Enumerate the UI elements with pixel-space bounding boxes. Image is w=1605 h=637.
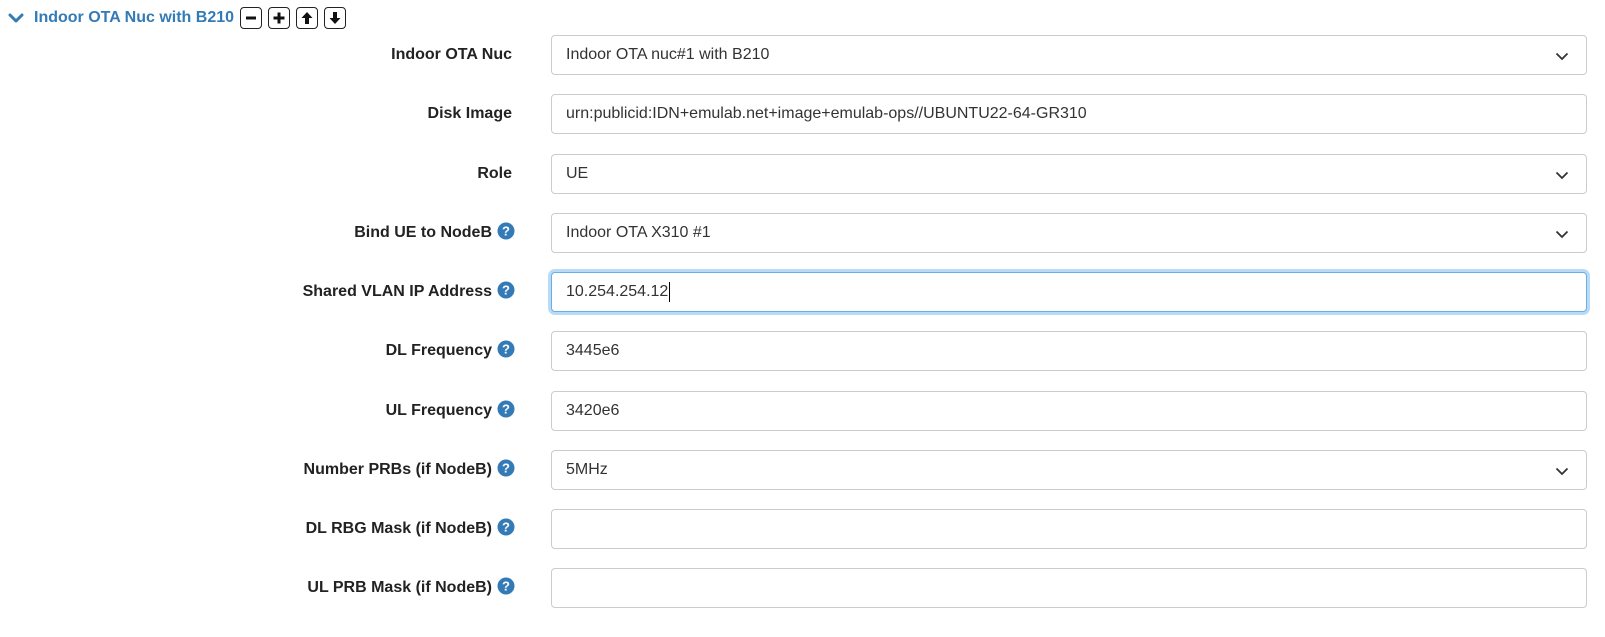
input-value: urn:publicid:IDN+emulab.net+image+emulab… bbox=[566, 105, 1087, 122]
move-up-icon[interactable] bbox=[296, 7, 319, 29]
ul-frequency-input[interactable]: 3420e6 bbox=[551, 391, 1587, 431]
disk-image-input[interactable]: urn:publicid:IDN+emulab.net+image+emulab… bbox=[551, 94, 1587, 134]
field-label: DL RBG Mask (if NodeB) bbox=[305, 520, 492, 537]
field-label: DL Frequency bbox=[385, 342, 492, 359]
bind-ue-to-nodeb-select[interactable]: Indoor OTA X310 #1 bbox=[551, 213, 1587, 253]
chevron-down-icon bbox=[1554, 226, 1570, 242]
select-value: UE bbox=[566, 165, 589, 182]
field-label-wrap: Indoor OTA Nuc bbox=[391, 35, 512, 75]
field-label-wrap: DL Frequency ? bbox=[386, 331, 515, 371]
ul-prb-mask-input[interactable] bbox=[551, 568, 1587, 608]
field-label: Indoor OTA Nuc bbox=[391, 46, 512, 63]
chevron-down-icon[interactable] bbox=[6, 8, 26, 28]
move-down-icon[interactable] bbox=[324, 7, 347, 29]
select-value: 5MHz bbox=[566, 461, 608, 478]
form-row: Bind UE to NodeB ? Indoor OTA X310 #1 bbox=[0, 213, 1605, 253]
chevron-down-icon bbox=[1554, 463, 1570, 479]
help-icon[interactable]: ? bbox=[497, 222, 515, 240]
profile-parameter-panel: Indoor OTA Nuc with B210 Indoor OTA Nuc … bbox=[0, 0, 1605, 637]
form-row: Shared VLAN IP Address ? 10.254.254.12 bbox=[0, 272, 1605, 312]
text-cursor bbox=[669, 282, 671, 302]
number-prbs-select[interactable]: 5MHz bbox=[551, 450, 1587, 490]
field-label: UL PRB Mask (if NodeB) bbox=[307, 579, 492, 596]
field-label-wrap: Shared VLAN IP Address ? bbox=[303, 272, 515, 312]
section-title[interactable]: Indoor OTA Nuc with B210 bbox=[34, 9, 234, 27]
input-value: 3420e6 bbox=[566, 402, 620, 419]
input-value: 3445e6 bbox=[566, 342, 620, 359]
field-label: Shared VLAN IP Address bbox=[302, 283, 492, 300]
help-icon[interactable]: ? bbox=[497, 577, 515, 595]
form-row: Role UE bbox=[0, 154, 1605, 194]
field-label-wrap: UL Frequency ? bbox=[386, 391, 515, 431]
chevron-down-icon bbox=[1554, 167, 1570, 183]
svg-text:?: ? bbox=[502, 579, 510, 594]
dl-frequency-input[interactable]: 3445e6 bbox=[551, 331, 1587, 371]
form-row: DL RBG Mask (if NodeB) ? bbox=[0, 509, 1605, 549]
help-icon[interactable]: ? bbox=[497, 281, 515, 299]
help-icon[interactable]: ? bbox=[497, 340, 515, 358]
form-row: Disk Image urn:publicid:IDN+emulab.net+i… bbox=[0, 94, 1605, 134]
svg-text:?: ? bbox=[502, 224, 510, 239]
field-label: Bind UE to NodeB bbox=[354, 224, 492, 241]
form-row: UL Frequency ? 3420e6 bbox=[0, 391, 1605, 431]
field-label: Disk Image bbox=[427, 105, 512, 122]
field-label-wrap: Number PRBs (if NodeB) ? bbox=[304, 450, 515, 490]
shared-vlan-ip-input[interactable]: 10.254.254.12 bbox=[551, 272, 1587, 312]
svg-text:?: ? bbox=[502, 342, 510, 357]
dl-rbg-mask-input[interactable] bbox=[551, 509, 1587, 549]
svg-text:?: ? bbox=[502, 461, 510, 476]
help-icon[interactable]: ? bbox=[497, 518, 515, 536]
add-icon[interactable] bbox=[268, 7, 291, 29]
field-label-wrap: Disk Image bbox=[428, 94, 512, 134]
form-row: UL PRB Mask (if NodeB) ? bbox=[0, 568, 1605, 608]
form-row: Number PRBs (if NodeB) ? 5MHz bbox=[0, 450, 1605, 490]
role-select[interactable]: UE bbox=[551, 154, 1587, 194]
field-label: UL Frequency bbox=[385, 402, 492, 419]
form-row: Indoor OTA Nuc Indoor OTA nuc#1 with B21… bbox=[0, 35, 1605, 75]
field-label-wrap: UL PRB Mask (if NodeB) ? bbox=[307, 568, 515, 608]
help-icon[interactable]: ? bbox=[497, 400, 515, 418]
svg-text:?: ? bbox=[502, 402, 510, 417]
svg-text:?: ? bbox=[502, 283, 510, 298]
form-row: DL Frequency ? 3445e6 bbox=[0, 331, 1605, 371]
chevron-down-icon bbox=[1554, 48, 1570, 64]
remove-icon[interactable] bbox=[240, 7, 263, 29]
indoor-ota-nuc-select[interactable]: Indoor OTA nuc#1 with B210 bbox=[551, 35, 1587, 75]
field-label-wrap: Role bbox=[477, 154, 512, 194]
field-label: Role bbox=[477, 165, 512, 182]
svg-text:?: ? bbox=[502, 520, 510, 535]
field-label: Number PRBs (if NodeB) bbox=[303, 461, 492, 478]
help-icon[interactable]: ? bbox=[497, 459, 515, 477]
select-value: Indoor OTA X310 #1 bbox=[566, 224, 711, 241]
input-value: 10.254.254.12 bbox=[566, 283, 669, 300]
section-header: Indoor OTA Nuc with B210 bbox=[6, 4, 347, 32]
select-value: Indoor OTA nuc#1 with B210 bbox=[566, 46, 770, 63]
field-label-wrap: DL RBG Mask (if NodeB) ? bbox=[306, 509, 515, 549]
field-label-wrap: Bind UE to NodeB ? bbox=[354, 213, 515, 253]
